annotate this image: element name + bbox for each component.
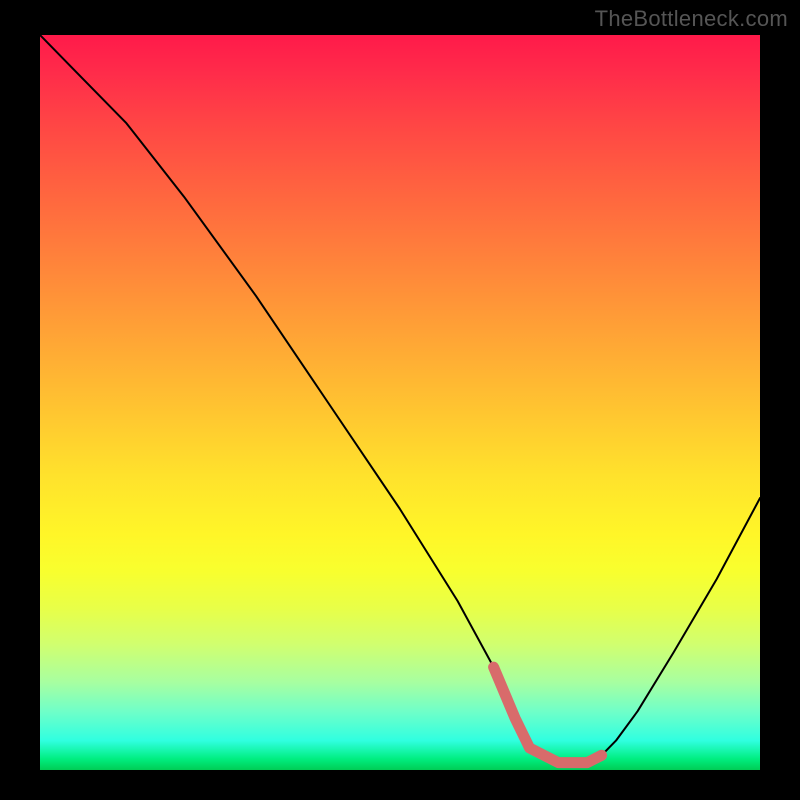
series-highlight-segment bbox=[494, 667, 602, 763]
axis-bottom-margin bbox=[0, 770, 800, 800]
watermark-text: TheBottleneck.com bbox=[595, 6, 788, 32]
chart-lines bbox=[40, 35, 760, 763]
series-bottleneck-curve bbox=[40, 35, 760, 763]
axis-right-margin bbox=[760, 0, 800, 800]
axis-left-margin bbox=[0, 35, 40, 770]
chart-plot-area bbox=[40, 35, 760, 770]
chart-svg bbox=[40, 35, 760, 770]
